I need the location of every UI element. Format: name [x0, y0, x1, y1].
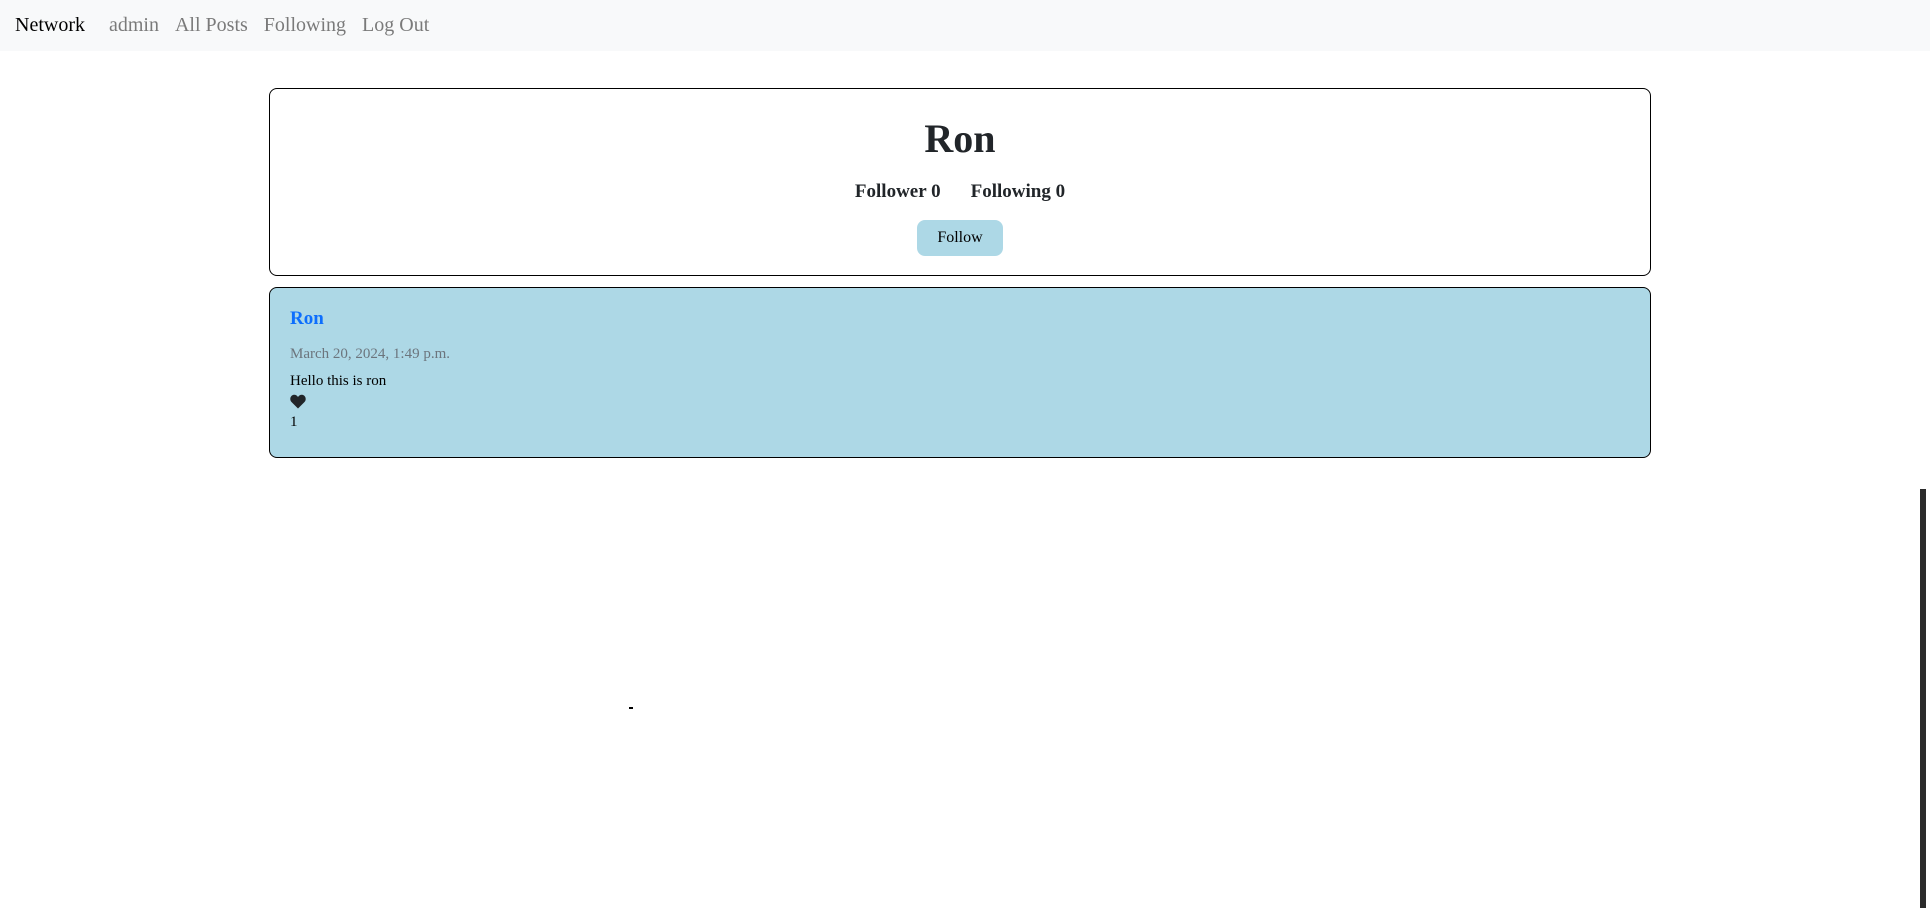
nav-link-all-posts[interactable]: All Posts — [175, 14, 248, 37]
stray-mark — [629, 707, 633, 709]
nav-link-log-out[interactable]: Log Out — [362, 14, 429, 37]
post-timestamp: March 20, 2024, 1:49 p.m. — [290, 346, 450, 362]
post-card: Ron March 20, 2024, 1:49 p.m. Hello this… — [269, 287, 1651, 458]
post-author-link[interactable]: Ron — [290, 308, 324, 330]
nav-link-following[interactable]: Following — [264, 14, 346, 37]
profile-card: Ron Follower 0 Following 0 Follow — [269, 88, 1651, 276]
profile-name: Ron — [924, 116, 996, 161]
post-content: Hello this is ron — [290, 373, 387, 389]
follower-count: Follower 0 — [854, 181, 941, 202]
follow-button[interactable]: Follow — [917, 220, 1003, 256]
scrollbar-thumb[interactable] — [1920, 489, 1926, 908]
profile-stats: Follower 0 Following 0 — [270, 181, 1650, 203]
like-count: 1 — [290, 414, 298, 430]
nav-link-admin[interactable]: admin — [109, 14, 159, 37]
following-count: Following 0 — [970, 181, 1066, 202]
brand-link[interactable]: Network — [15, 14, 85, 37]
top-navbar: Network admin All Posts Following Log Ou… — [0, 0, 1930, 51]
heart-icon[interactable] — [290, 394, 306, 409]
